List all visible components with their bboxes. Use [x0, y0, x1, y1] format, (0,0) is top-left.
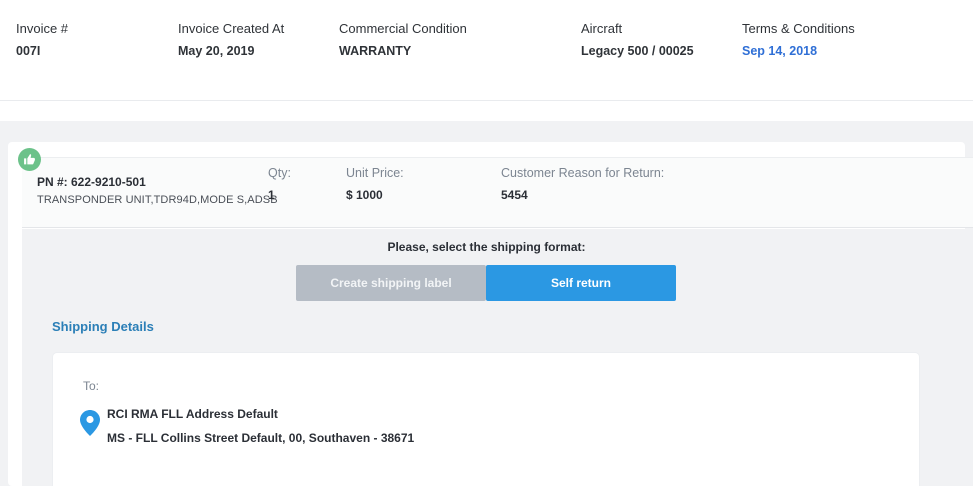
invoice-created-value: May 20, 2019 [178, 44, 255, 58]
invoice-number-value: 007I [16, 44, 41, 58]
part-number: PN #: 622-9210-501 [37, 175, 146, 189]
qty-value: 1 [268, 188, 275, 202]
return-reason-label: Customer Reason for Return: [501, 166, 665, 180]
to-label: To: [83, 379, 100, 393]
commercial-condition-value: WARRANTY [339, 44, 412, 58]
invoice-number-field: Invoice # 007I [16, 21, 68, 58]
shipping-format-prompt: Please, select the shipping format: [387, 240, 586, 254]
thumbs-up-icon [18, 148, 41, 171]
terms-date-link[interactable]: Sep 14, 2018 [742, 44, 855, 58]
self-return-button[interactable]: Self return [486, 265, 676, 301]
qty-label: Qty: [268, 166, 291, 180]
aircraft-value: Legacy 500 / 00025 [581, 44, 694, 58]
commercial-condition-field: Commercial Condition WARRANTY [339, 21, 467, 58]
invoice-header: Invoice # 007I Invoice Created At May 20… [0, 0, 973, 101]
invoice-created-label: Invoice Created At [178, 21, 285, 36]
create-shipping-label-button[interactable]: Create shipping label [296, 265, 486, 301]
invoice-number-label: Invoice # [16, 21, 69, 36]
aircraft-label: Aircraft [581, 21, 623, 36]
unit-price-label: Unit Price: [346, 166, 404, 180]
part-description: TRANSPONDER UNIT,TDR94D,MODE S,ADSB [37, 194, 278, 206]
terms-field: Terms & Conditions Sep 14, 2018 [742, 21, 855, 58]
header-gap [0, 101, 973, 121]
address-line: MS - FLL Collins Street Default, 00, Sou… [107, 431, 415, 445]
invoice-created-field: Invoice Created At May 20, 2019 [178, 21, 284, 58]
return-reason-value: 5454 [501, 188, 528, 202]
address-name: RCI RMA FLL Address Default [107, 407, 278, 421]
item-row [22, 157, 973, 228]
unit-price-value: $ 1000 [346, 188, 383, 202]
commercial-condition-label: Commercial Condition [339, 21, 467, 36]
return-reason-field: Customer Reason for Return: 5454 [501, 166, 664, 202]
aircraft-field: Aircraft Legacy 500 / 00025 [581, 21, 694, 58]
qty-field: Qty: 1 [268, 166, 291, 202]
terms-label: Terms & Conditions [742, 21, 855, 36]
shipping-details-title: Shipping Details [52, 319, 154, 334]
unit-price-field: Unit Price: $ 1000 [346, 166, 404, 202]
location-pin-icon [80, 410, 100, 436]
